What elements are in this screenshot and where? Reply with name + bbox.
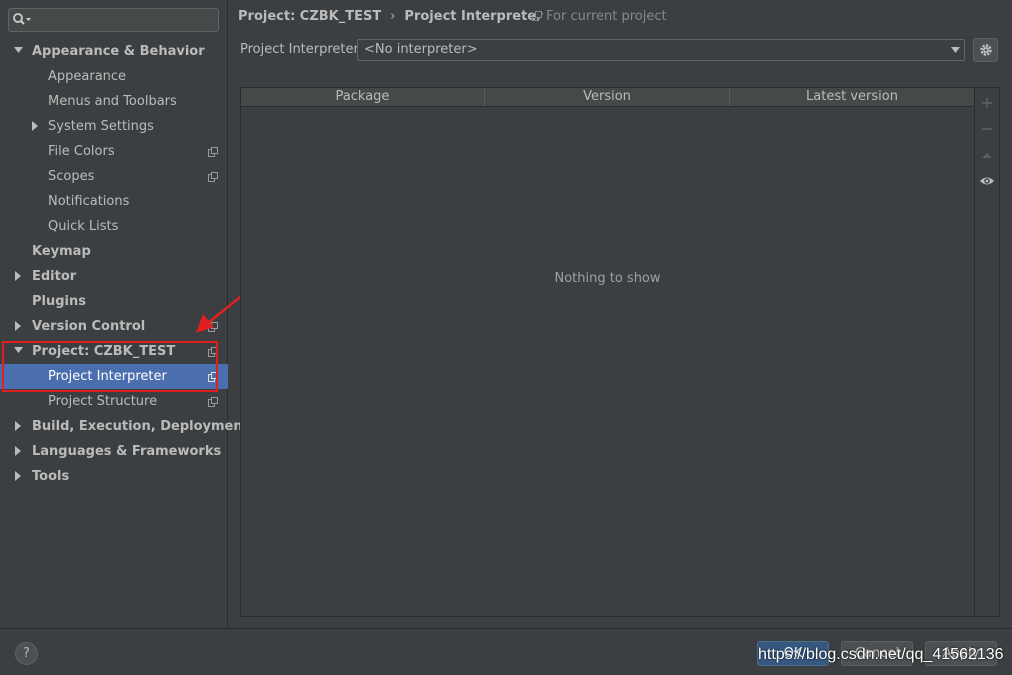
- tree-item-label: Plugins: [32, 294, 86, 309]
- tree-item-editor[interactable]: Editor: [0, 264, 228, 289]
- tree-item-quick-lists[interactable]: Quick Lists: [0, 214, 228, 239]
- tree-item-label: System Settings: [48, 119, 154, 134]
- tree-item-label: Version Control: [32, 319, 146, 334]
- help-button[interactable]: ?: [15, 642, 38, 665]
- interpreter-select[interactable]: <No interpreter>: [357, 39, 965, 61]
- breadcrumb-current: Project Interpreter: [404, 9, 543, 24]
- tree-item-label: Quick Lists: [48, 219, 119, 234]
- interpreter-value: <No interpreter>: [364, 42, 478, 57]
- tree-item-build-execution-deployment[interactable]: Build, Execution, Deployment: [0, 414, 249, 439]
- tree-item-notifications[interactable]: Notifications: [0, 189, 228, 214]
- project-scope-icon: [208, 147, 218, 157]
- column-header-latest-version[interactable]: Latest version: [730, 88, 974, 106]
- settings-search-input[interactable]: [8, 8, 219, 32]
- packages-table: Package Version Latest version Nothing t…: [240, 87, 975, 617]
- tree-item-version-control[interactable]: Version Control: [0, 314, 228, 339]
- tree-item-plugins[interactable]: Plugins: [0, 289, 228, 314]
- tree-item-scopes[interactable]: Scopes: [0, 164, 228, 189]
- column-header-version[interactable]: Version: [485, 88, 730, 106]
- project-scope-icon: [208, 322, 218, 332]
- tree-item-tools[interactable]: Tools: [0, 464, 228, 489]
- tree-item-label: Notifications: [48, 194, 130, 209]
- tree-item-label: Menus and Toolbars: [48, 94, 177, 109]
- tree-item-appearance-behavior[interactable]: Appearance & Behavior: [0, 39, 228, 64]
- scope-note-text: For current project: [546, 9, 667, 24]
- tree-item-label: Editor: [32, 269, 77, 284]
- tree-item-file-colors[interactable]: File Colors: [0, 139, 228, 164]
- main-panel: Project: CZBK_TEST › Project Interpreter F…: [229, 0, 1012, 628]
- interpreter-settings-button[interactable]: [973, 38, 998, 62]
- table-header: Package Version Latest version: [241, 88, 974, 107]
- project-scope-icon: [208, 172, 218, 182]
- scope-note: For current project: [532, 8, 667, 26]
- packages-toolbar: [975, 87, 1000, 617]
- chevron-down-icon: [951, 47, 960, 53]
- tree-item-keymap[interactable]: Keymap: [0, 239, 228, 264]
- tree-item-label: Appearance & Behavior: [32, 44, 205, 59]
- expand-arrow-right-icon[interactable]: [13, 314, 25, 339]
- watermark-text: https://blog.csdn.net/qq_41562136: [758, 646, 1004, 663]
- add-icon[interactable]: [979, 95, 995, 111]
- expand-arrow-right-icon[interactable]: [13, 414, 25, 439]
- tree-item-system-settings[interactable]: System Settings: [0, 114, 228, 139]
- highlight-box: [2, 341, 218, 392]
- tree-item-label: Scopes: [48, 169, 95, 184]
- tree-item-menus-and-toolbars[interactable]: Menus and Toolbars: [0, 89, 228, 114]
- column-header-package[interactable]: Package: [241, 88, 485, 106]
- expand-arrow-down-icon[interactable]: [13, 39, 25, 64]
- tree-item-appearance[interactable]: Appearance: [0, 64, 228, 89]
- interpreter-label: Project Interpreter:: [240, 42, 364, 57]
- breadcrumb: Project: CZBK_TEST › Project Interpreter: [238, 8, 543, 26]
- upgrade-icon[interactable]: [979, 147, 995, 163]
- breadcrumb-parent: Project: CZBK_TEST: [238, 9, 382, 24]
- tree-item-label: Project Structure: [48, 394, 158, 409]
- expand-arrow-right-icon[interactable]: [13, 439, 25, 464]
- eye-icon[interactable]: [979, 173, 995, 189]
- breadcrumb-separator: ›: [390, 9, 396, 24]
- search-icon: [13, 13, 31, 25]
- empty-table-message: Nothing to show: [554, 271, 661, 286]
- tree-item-label: Tools: [32, 469, 70, 484]
- expand-arrow-right-icon[interactable]: [30, 114, 42, 139]
- tree-item-label: Appearance: [48, 69, 127, 84]
- tree-item-project-structure[interactable]: Project Structure: [0, 389, 228, 414]
- tree-item-label: Languages & Frameworks: [32, 444, 222, 459]
- expand-arrow-right-icon[interactable]: [13, 464, 25, 489]
- settings-sidebar: Appearance & Behavior Appearance Menus and…: [0, 0, 249, 628]
- expand-arrow-right-icon[interactable]: [13, 264, 25, 289]
- gear-icon: [980, 44, 992, 56]
- tree-item-label: Keymap: [32, 244, 91, 259]
- tree-item-label: File Colors: [48, 144, 115, 159]
- project-scope-icon: [532, 11, 542, 21]
- tree-item-languages-frameworks[interactable]: Languages & Frameworks: [0, 439, 228, 464]
- tree-item-label: Build, Execution, Deployment: [32, 419, 249, 434]
- remove-icon[interactable]: [979, 121, 995, 137]
- settings-tree: Appearance & Behavior Appearance Menus and…: [0, 39, 249, 489]
- project-scope-icon: [208, 397, 218, 407]
